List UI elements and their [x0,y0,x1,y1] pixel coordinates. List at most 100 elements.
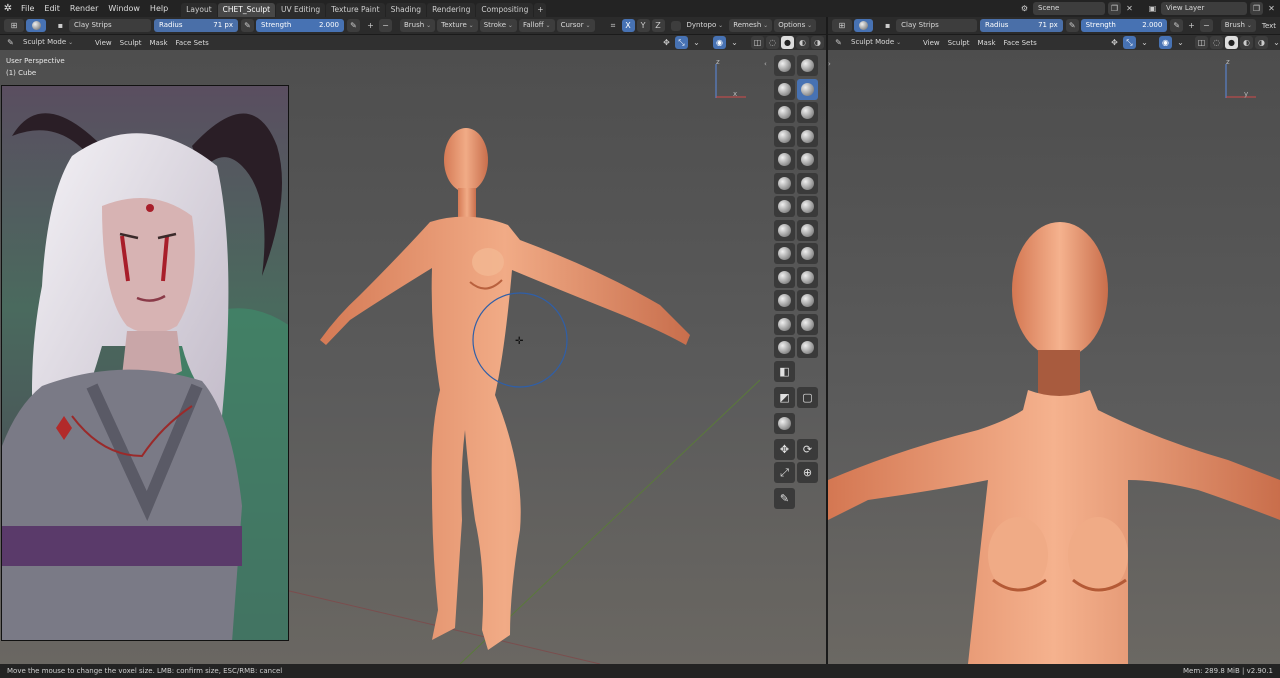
tool-smooth[interactable] [797,149,818,170]
tab-shading[interactable]: Shading [385,3,427,17]
add-direction-button[interactable]: + [364,19,377,32]
tool-clay-thumb[interactable] [774,102,795,123]
cursor-dropdown[interactable]: Cursor [556,19,595,32]
right-rendered-shading-icon[interactable]: ◑ [1255,36,1268,49]
mode-dropdown[interactable]: Sculpt Mode [19,36,89,49]
brush-datablock-icon[interactable]: ▪ [54,19,67,32]
tool-thumb[interactable] [774,266,795,288]
tool-box-mask[interactable]: ▢ [797,386,818,408]
tab-layout[interactable]: Layout [181,3,217,17]
right-subtract-direction-button[interactable]: − [1199,19,1213,32]
tab-chet-sculpt[interactable]: CHET_Sculpt [217,3,276,17]
dyntopo-dropdown[interactable]: Dyntopo [683,19,728,32]
tool-cloth[interactable] [774,337,795,358]
solid-shading-icon[interactable]: ● [781,36,794,49]
menu-sculpt[interactable]: Sculpt [116,39,146,47]
right-wireframe-shading-icon[interactable]: ◌ [1210,36,1223,49]
right-menu-sculpt[interactable]: Sculpt [944,39,974,47]
copy-view-layer-icon[interactable]: ❐ [1250,2,1263,15]
right-brush-dropdown[interactable]: Brush [1220,19,1256,32]
right-mode-dropdown[interactable]: Sculpt Mode [847,36,917,49]
mirror-x-toggle[interactable]: X [621,19,635,32]
tool-scrape[interactable] [774,196,795,217]
tab-rendering[interactable]: Rendering [427,3,476,17]
tool-simplify[interactable] [797,337,818,358]
tool-crease[interactable] [774,149,795,170]
tool-multiplane-scrape[interactable] [797,196,818,217]
menu-face-sets[interactable]: Face Sets [172,39,213,47]
tab-compositing[interactable]: Compositing [476,3,534,17]
radius-slider[interactable]: Radius 71 px [154,19,238,32]
right-brush-datablock-icon[interactable]: ▪ [881,19,894,32]
tool-pose[interactable] [797,266,818,288]
tool-clay[interactable] [774,78,795,100]
overlays-dropdown-icon[interactable]: ⌄ [728,36,741,49]
close-view-layer-icon[interactable]: ✕ [1265,2,1278,15]
menu-window[interactable]: Window [103,0,145,17]
tool-layer[interactable] [797,102,818,123]
menu-help[interactable]: Help [145,0,173,17]
tool-boundary[interactable] [797,313,818,335]
tool-draw-sharp[interactable] [797,55,818,76]
menu-mask[interactable]: Mask [146,39,172,47]
right-expand-toolbar-arrow[interactable]: › [828,60,831,68]
right-material-shading-icon[interactable]: ◐ [1240,36,1253,49]
tool-grab[interactable] [797,219,818,241]
viewport-right[interactable]: z y › [828,50,1280,664]
tool-box-hide[interactable] [774,412,795,434]
tool-move[interactable]: ✥ [774,438,795,460]
brush-dropdown[interactable]: Brush [400,19,436,32]
right-gizmo-toggle-icon[interactable]: ✥ [1108,36,1121,49]
editor-type-icon[interactable]: ⊞ [4,19,24,32]
options-dropdown[interactable]: Options [774,19,817,32]
menu-file[interactable]: File [16,0,39,17]
stroke-dropdown[interactable]: Stroke [479,19,517,32]
right-add-direction-button[interactable]: + [1185,19,1198,32]
remesh-dropdown[interactable]: Remesh [729,19,773,32]
right-solid-shading-icon[interactable]: ● [1225,36,1238,49]
rendered-shading-icon[interactable]: ◑ [811,36,824,49]
tool-blob[interactable] [797,125,818,147]
texture-dropdown[interactable]: Texture [437,19,478,32]
copy-scene-icon[interactable]: ❐ [1108,2,1121,15]
overlays-icon[interactable]: ◉ [713,36,726,49]
menu-render[interactable]: Render [65,0,103,17]
tool-rotate[interactable] [797,290,818,311]
right-sculpt-mode-icon[interactable]: ✎ [832,36,845,49]
right-menu-view[interactable]: View [919,39,944,47]
mirror-z-toggle[interactable]: Z [651,19,665,32]
tool-elastic-deform[interactable] [774,243,795,264]
right-strength-pressure-icon[interactable]: ✎ [1170,19,1184,32]
brush-preview-icon[interactable] [26,19,46,32]
tool-fill[interactable] [797,172,818,194]
tab-uv-editing[interactable]: UV Editing [276,3,326,17]
material-shading-icon[interactable]: ◐ [796,36,809,49]
collapse-toolbar-arrow[interactable]: ‹ [764,60,767,68]
tool-slide-relax[interactable] [774,313,795,335]
right-texture-dropdown-cut[interactable]: Text [1258,22,1280,30]
right-overlay-dropdown-icon[interactable]: ⌄ [1138,36,1151,49]
dyntopo-checkbox[interactable] [670,20,681,31]
tool-inflate[interactable] [774,125,795,147]
tool-pinch[interactable] [774,219,795,241]
tool-flatten[interactable] [774,172,795,194]
right-menu-face-sets[interactable]: Face Sets [1000,39,1041,47]
tool-nudge[interactable] [774,290,795,311]
scene-icon[interactable]: ⚙ [1018,2,1031,15]
right-xray-icon[interactable]: ◫ [1195,36,1208,49]
right-brush-preview-icon[interactable] [853,19,874,32]
sculpt-mode-icon[interactable]: ✎ [4,36,17,49]
radius-pressure-icon[interactable]: ✎ [241,19,254,32]
gizmo-toggle-icon[interactable]: ✥ [660,36,673,49]
tool-transform[interactable]: ⊕ [797,462,818,483]
tool-draw-face-sets[interactable]: ◩ [774,386,795,408]
tool-clay-strips[interactable] [797,78,818,100]
menu-edit[interactable]: Edit [39,0,65,17]
brush-name-field[interactable]: Clay Strips [69,19,151,32]
mirror-y-toggle[interactable]: Y [636,19,650,32]
right-radius-slider[interactable]: Radius 71 px [979,19,1063,32]
scene-field[interactable]: Scene [1033,2,1105,15]
right-overlays-dropdown-icon[interactable]: ⌄ [1174,36,1187,49]
strength-pressure-icon[interactable]: ✎ [347,19,360,32]
viewport-left[interactable]: User Perspective (1) Cube ✛ z x ‹ ◧ ◩ ▢ … [0,50,826,664]
